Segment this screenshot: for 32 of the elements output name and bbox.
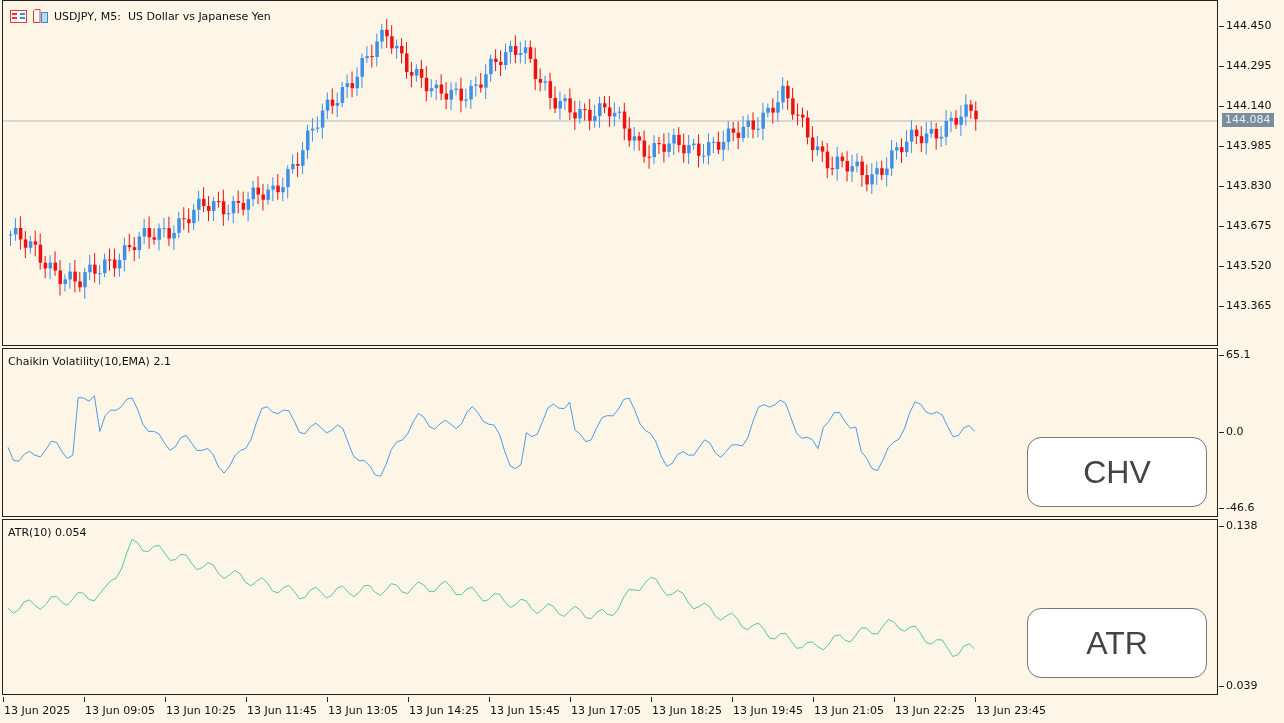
indicator-axis-label: 0.039 <box>1218 679 1284 693</box>
time-axis-label: 13 Jun 21:05 <box>813 697 894 723</box>
price-axis-label: 143.365 <box>1218 299 1284 313</box>
price-axis-label: 143.830 <box>1218 179 1284 193</box>
indicator-axis-label: -46.6 <box>1218 501 1284 515</box>
current-price-label: 144.084 <box>1222 113 1274 127</box>
time-axis-label: 13 Jun 13:05 <box>327 697 408 723</box>
price-axis-label: 143.985 <box>1218 139 1284 153</box>
time-axis-label: 13 Jun 09:05 <box>84 697 165 723</box>
price-axis-label: 143.675 <box>1218 219 1284 233</box>
time-axis-label: 13 Jun 18:25 <box>651 697 732 723</box>
time-axis-label: 13 Jun 2025 <box>3 697 84 723</box>
indicator-axis-label: 0.0 <box>1218 424 1284 439</box>
time-axis-label: 13 Jun 22:25 <box>894 697 975 723</box>
time-axis-label: 13 Jun 19:45 <box>732 697 813 723</box>
indicator-axis-label: 0.138 <box>1218 519 1284 533</box>
indicator-label: Chaikin Volatility(10,EMA) 2.1 <box>8 355 171 368</box>
chart-title: USDJPY, M5: US Dollar vs Japanese Yen <box>54 9 271 23</box>
price-axis-label: 143.520 <box>1218 259 1284 273</box>
time-axis-label: 13 Jun 14:25 <box>408 697 489 723</box>
time-axis-label: 13 Jun 23:45 <box>975 697 1056 723</box>
time-axis-label: 13 Jun 10:25 <box>165 697 246 723</box>
indicator-badge: CHV <box>1027 437 1207 507</box>
indicator-label: ATR(10) 0.054 <box>8 526 87 539</box>
price-axis-label: 144.450 <box>1218 19 1284 33</box>
time-axis-label: 13 Jun 11:45 <box>246 697 327 723</box>
indicator-axis-label: 65.1 <box>1218 348 1284 362</box>
price-axis-label: 144.295 <box>1218 59 1284 73</box>
price-axis-label: 144.140 <box>1218 99 1284 113</box>
indicator-badge: ATR <box>1027 608 1207 678</box>
time-axis-label: 13 Jun 15:45 <box>489 697 570 723</box>
time-axis-label: 13 Jun 17:05 <box>570 697 651 723</box>
